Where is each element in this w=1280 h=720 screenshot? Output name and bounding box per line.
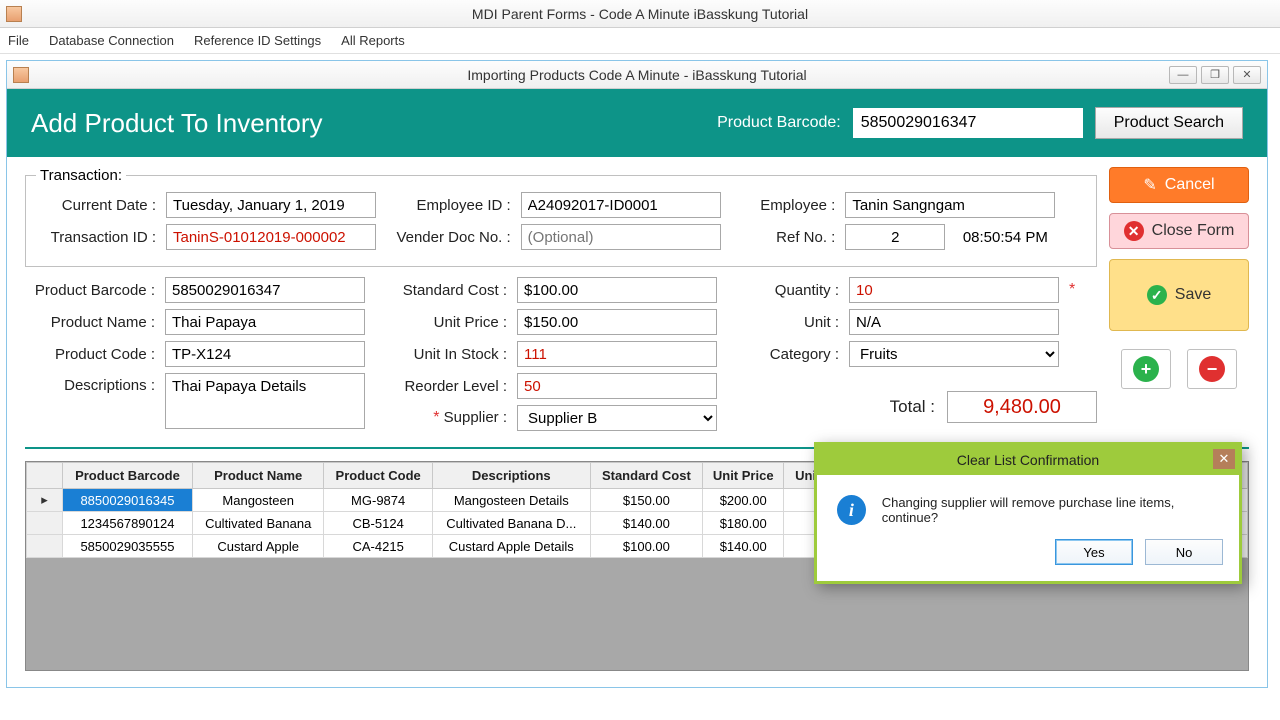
barcode-label: Product Barcode: <box>717 114 841 132</box>
close-form-button[interactable]: ✕ Close Form <box>1109 213 1249 249</box>
close-button[interactable]: ✕ <box>1233 66 1261 84</box>
prod-barcode-field[interactable] <box>165 277 365 303</box>
app-title: MDI Parent Forms - Code A Minute iBassku… <box>472 6 808 22</box>
x-icon: ✕ <box>1124 221 1144 241</box>
vendor-doc-label: Vender Doc No. : <box>391 229 511 246</box>
employee-field <box>845 192 1055 218</box>
dialog-message: Changing supplier will remove purchase l… <box>882 495 1219 525</box>
unit-field[interactable] <box>849 309 1059 335</box>
maximize-button[interactable]: ❐ <box>1201 66 1229 84</box>
check-icon: ✓ <box>1147 285 1167 305</box>
dialog-yes-button[interactable]: Yes <box>1055 539 1133 565</box>
unit-stock-field[interactable] <box>517 341 717 367</box>
col-code[interactable]: Product Code <box>324 463 432 489</box>
page-header: Add Product To Inventory Product Barcode… <box>7 89 1267 157</box>
prod-code-field[interactable] <box>165 341 365 367</box>
child-icon <box>13 67 29 83</box>
unit-label: Unit : <box>749 314 839 331</box>
dialog-close-button[interactable]: ✕ <box>1213 449 1235 469</box>
quantity-field[interactable] <box>849 277 1059 303</box>
prod-code-label: Product Code : <box>25 346 155 363</box>
dialog-no-button[interactable]: No <box>1145 539 1223 565</box>
supplier-label: * Supplier : <box>387 409 507 427</box>
col-desc[interactable]: Descriptions <box>432 463 590 489</box>
current-date-field <box>166 192 376 218</box>
category-select[interactable]: Fruits <box>849 341 1059 367</box>
cancel-button[interactable]: ✎ Cancel <box>1109 167 1249 203</box>
clear-list-dialog: Clear List Confirmation ✕ i Changing sup… <box>814 442 1242 584</box>
unit-price-field[interactable] <box>517 309 717 335</box>
time-display: 08:50:54 PM <box>955 229 1055 246</box>
transaction-id-field <box>166 224 376 250</box>
std-cost-field[interactable] <box>517 277 717 303</box>
std-cost-label: Standard Cost : <box>387 282 507 299</box>
menu-db-connection[interactable]: Database Connection <box>49 33 174 48</box>
add-row-button[interactable]: + <box>1121 349 1171 389</box>
reorder-field[interactable] <box>517 373 717 399</box>
employee-id-label: Employee ID : <box>391 197 511 214</box>
unit-price-label: Unit Price : <box>387 314 507 331</box>
vendor-doc-field[interactable] <box>521 224 721 250</box>
minus-icon: − <box>1199 356 1225 382</box>
current-date-label: Current Date : <box>36 197 156 214</box>
menu-file[interactable]: File <box>8 33 29 48</box>
prod-barcode-label: Product Barcode : <box>25 282 155 299</box>
quantity-label: Quantity : <box>749 282 839 299</box>
product-search-button[interactable]: Product Search <box>1095 107 1243 139</box>
transaction-id-label: Transaction ID : <box>36 229 156 246</box>
pencil-icon: ✎ <box>1143 175 1156 195</box>
child-titlebar: Importing Products Code A Minute - iBass… <box>7 61 1267 89</box>
prod-name-label: Product Name : <box>25 314 155 331</box>
desc-field[interactable]: Thai Papaya Details <box>165 373 365 429</box>
info-icon: i <box>837 495 866 525</box>
menubar: File Database Connection Reference ID Se… <box>0 28 1280 54</box>
employee-id-field <box>521 192 721 218</box>
required-icon: * <box>1069 281 1075 299</box>
ref-no-field <box>845 224 945 250</box>
page-title: Add Product To Inventory <box>31 108 322 139</box>
child-title: Importing Products Code A Minute - iBass… <box>467 67 806 83</box>
col-name[interactable]: Product Name <box>192 463 324 489</box>
menu-ref-id-settings[interactable]: Reference ID Settings <box>194 33 321 48</box>
transaction-legend: Transaction: <box>36 167 126 184</box>
category-label: Category : <box>749 346 839 363</box>
total-value: 9,480.00 <box>947 391 1097 423</box>
menu-all-reports[interactable]: All Reports <box>341 33 405 48</box>
dialog-title: Clear List Confirmation ✕ <box>817 445 1239 475</box>
minimize-button[interactable]: — <box>1169 66 1197 84</box>
unit-stock-label: Unit In Stock : <box>387 346 507 363</box>
col-std[interactable]: Standard Cost <box>590 463 702 489</box>
col-barcode[interactable]: Product Barcode <box>63 463 193 489</box>
employee-label: Employee : <box>745 197 835 214</box>
total-label: Total : <box>890 397 935 417</box>
child-window: Importing Products Code A Minute - iBass… <box>6 60 1268 688</box>
reorder-label: Reorder Level : <box>387 378 507 395</box>
col-unit[interactable]: Unit Price <box>703 463 784 489</box>
ref-no-label: Ref No. : <box>745 229 835 246</box>
plus-icon: + <box>1133 356 1159 382</box>
desc-label: Descriptions : <box>25 373 155 394</box>
save-button[interactable]: ✓ Save <box>1109 259 1249 331</box>
app-titlebar: MDI Parent Forms - Code A Minute iBassku… <box>0 0 1280 28</box>
prod-name-field[interactable] <box>165 309 365 335</box>
barcode-search-input[interactable] <box>853 108 1083 138</box>
transaction-group: Transaction: Current Date : Transaction … <box>25 167 1097 267</box>
supplier-select[interactable]: Supplier B <box>517 405 717 431</box>
remove-row-button[interactable]: − <box>1187 349 1237 389</box>
app-icon <box>6 6 22 22</box>
